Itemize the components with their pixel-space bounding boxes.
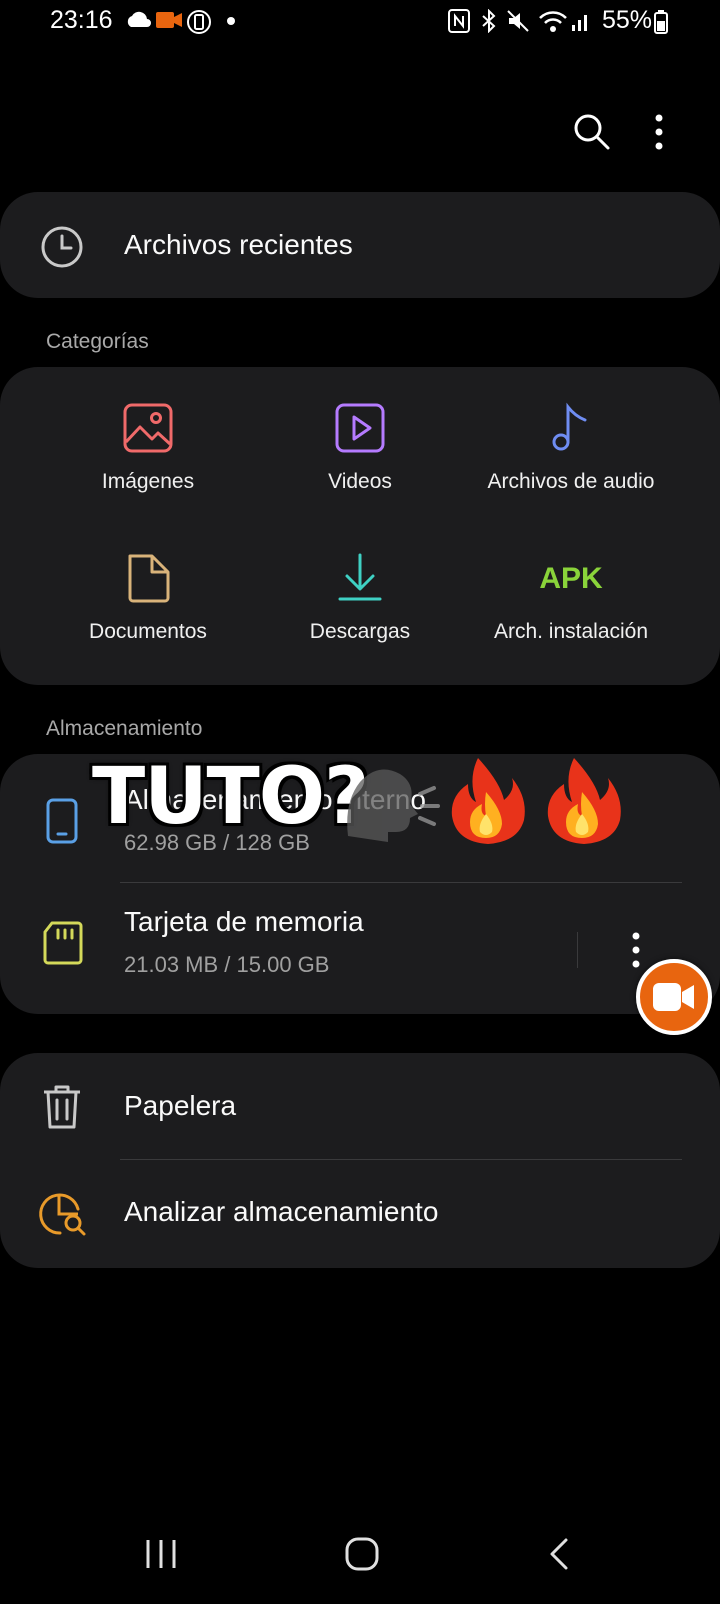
search-icon — [574, 114, 610, 150]
document-icon — [128, 554, 170, 603]
image-icon — [123, 403, 173, 453]
screen-recorder-button[interactable] — [636, 959, 712, 1035]
category-images[interactable]: Imágenes — [38, 402, 258, 502]
download-icon — [338, 553, 382, 601]
memory-card-row[interactable]: Tarjeta de memoria 21.03 MB / 15.00 GB — [0, 884, 570, 1012]
category-audio-label: Archivos de audio — [487, 470, 655, 493]
bluetooth-icon — [482, 9, 496, 33]
phone-icon — [46, 798, 78, 844]
clock-icon — [41, 226, 83, 268]
storage-title: Almacenamiento — [46, 717, 203, 740]
category-audio[interactable]: Archivos de audio — [461, 402, 681, 502]
wifi-icon — [539, 11, 567, 32]
notification-dot-icon — [227, 17, 235, 25]
music-note-icon — [552, 402, 587, 451]
cloud-icon — [127, 11, 151, 27]
screen-record-icon — [156, 12, 182, 28]
recents-button[interactable] — [136, 1534, 186, 1574]
recent-files-card[interactable]: Archivos recientes — [0, 192, 720, 298]
status-bar: 23:16 55% — [0, 0, 720, 44]
video-icon — [335, 403, 385, 453]
battery-icon — [654, 10, 668, 34]
navigation-bar — [0, 1520, 720, 1600]
signal-icon — [572, 15, 587, 31]
recent-files-label: Archivos recientes — [124, 229, 353, 260]
recents-icon — [146, 1540, 176, 1568]
analyze-storage-row[interactable]: Analizar almacenamiento — [0, 1161, 720, 1267]
home-icon — [345, 1537, 379, 1571]
fire-icon — [451, 758, 525, 844]
category-downloads[interactable]: Descargas — [250, 552, 470, 652]
memory-card-more-button[interactable] — [618, 930, 654, 970]
category-documents[interactable]: Documentos — [38, 552, 258, 652]
vibrate-icon — [187, 10, 211, 34]
trash-label: Papelera — [124, 1090, 237, 1121]
fire-icon — [547, 758, 621, 844]
status-time: 23:16 — [50, 6, 113, 34]
memory-card-label: Tarjeta de memoria — [124, 906, 364, 937]
nfc-icon — [448, 9, 470, 33]
category-apk-label: Arch. instalación — [493, 620, 649, 643]
more-vert-icon — [632, 932, 640, 968]
categories-title: Categorías — [46, 330, 149, 353]
category-videos-label: Videos — [328, 470, 392, 493]
categories-card: Imágenes Videos Archivos de audio Docume… — [0, 367, 720, 685]
category-documents-label: Documentos — [89, 620, 207, 643]
trash-icon — [44, 1085, 80, 1129]
caption-emoji — [347, 758, 621, 844]
back-button[interactable] — [540, 1534, 580, 1574]
tools-card: Papelera Analizar almacenamiento — [0, 1053, 720, 1268]
category-images-label: Imágenes — [101, 470, 195, 493]
memory-card-usage: 21.03 MB / 15.00 GB — [124, 952, 330, 977]
speaking-head-icon — [347, 769, 440, 842]
divider — [120, 882, 682, 883]
search-button[interactable] — [572, 112, 612, 152]
storage-analysis-icon — [39, 1193, 86, 1236]
more-options-button[interactable] — [642, 112, 676, 152]
category-downloads-label: Descargas — [309, 620, 411, 643]
caption-overlay-text: TUTO? — [92, 752, 369, 842]
divider — [577, 932, 578, 968]
mute-icon — [507, 10, 529, 32]
category-apk[interactable]: APK Arch. instalación — [461, 552, 681, 652]
category-videos[interactable]: Videos — [250, 402, 470, 502]
more-vert-icon — [655, 114, 663, 150]
sd-card-icon — [43, 921, 83, 965]
home-button[interactable] — [340, 1532, 384, 1576]
apk-icon: APK — [539, 562, 603, 595]
trash-row[interactable]: Papelera — [0, 1053, 720, 1159]
analyze-storage-label: Analizar almacenamiento — [124, 1196, 439, 1227]
back-icon — [550, 1538, 568, 1570]
video-camera-icon — [653, 983, 694, 1011]
battery-percent: 55% — [602, 6, 653, 34]
divider — [120, 1159, 682, 1160]
